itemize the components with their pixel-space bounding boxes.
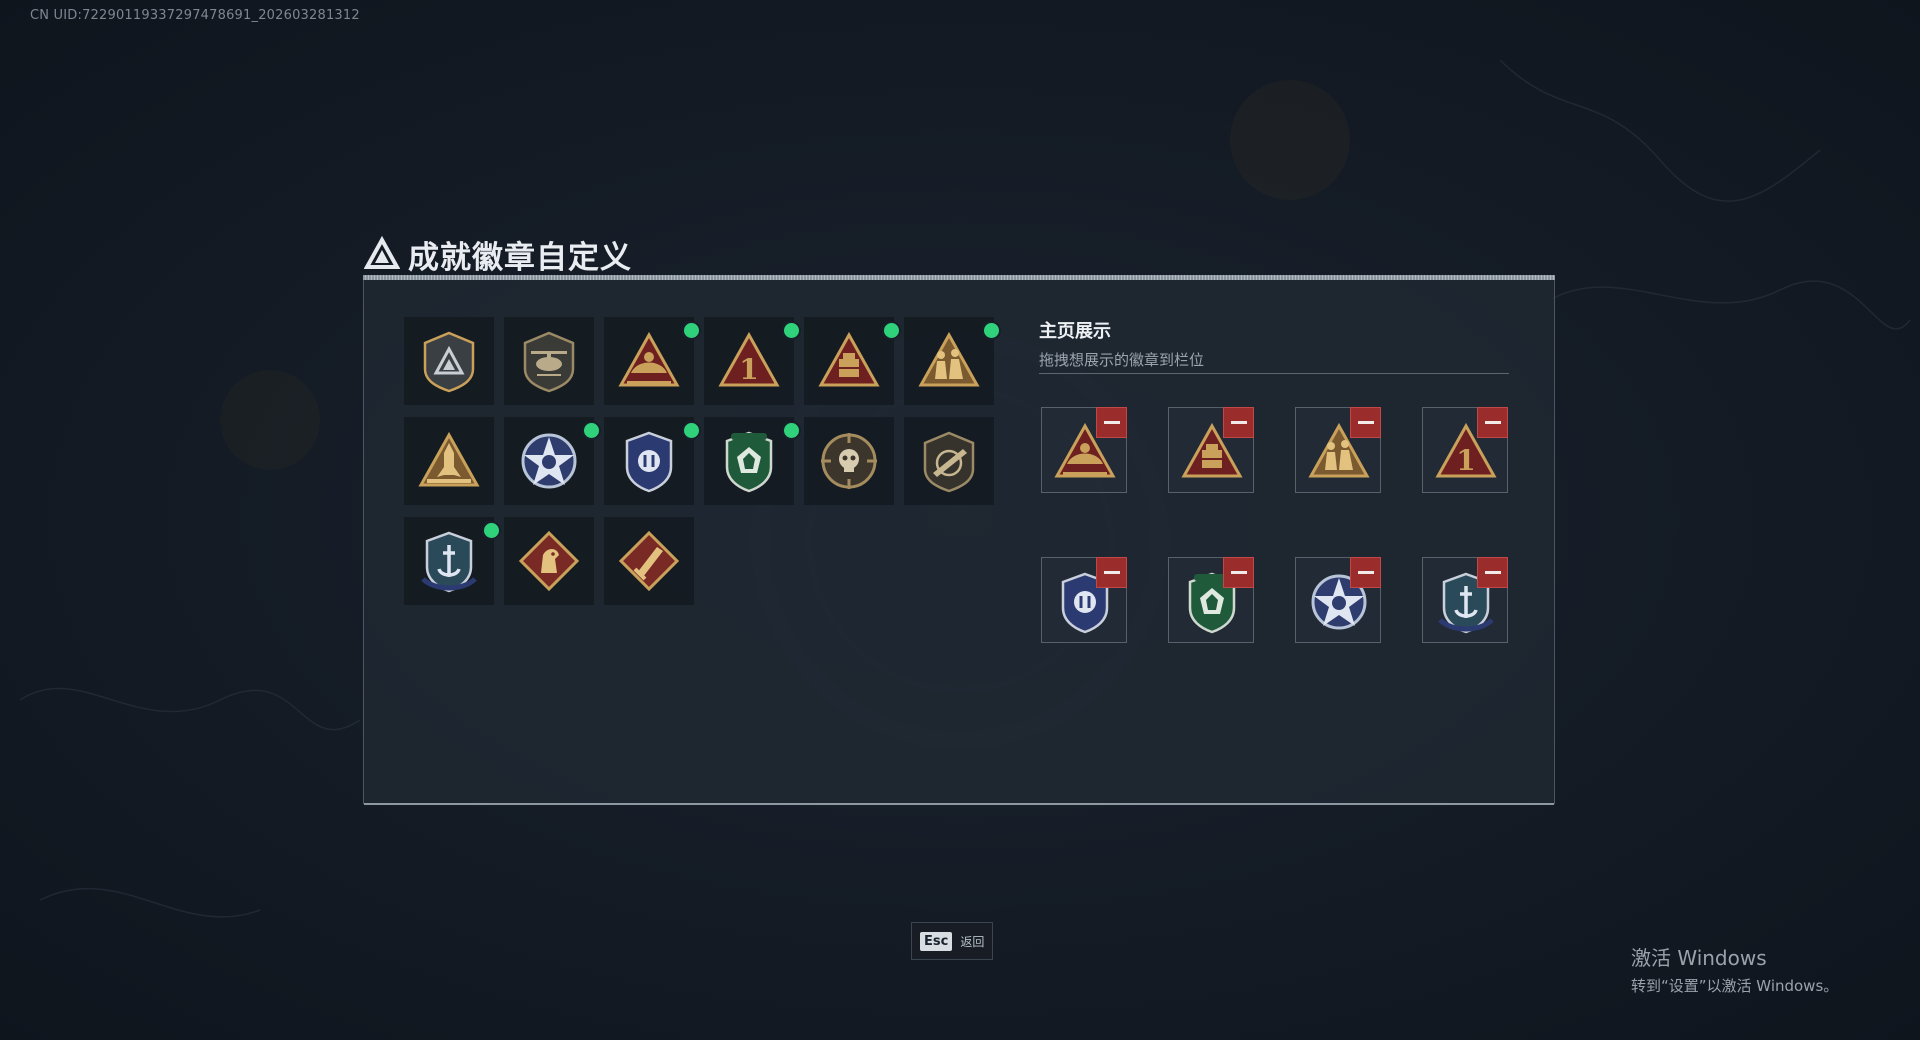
display-title: 主页展示	[1039, 321, 1111, 342]
badge-slot[interactable]	[504, 417, 601, 505]
minus-icon	[1104, 421, 1120, 424]
badge-slot[interactable]: 1	[704, 317, 801, 405]
remove-badge-button[interactable]	[1350, 557, 1381, 588]
back-label: 返回	[960, 934, 985, 949]
new-indicator-dot	[682, 321, 701, 340]
remove-badge-button[interactable]	[1477, 557, 1508, 588]
number-one-triangle-icon: 1	[718, 331, 780, 387]
badge-panel: 1 主页展示 拖拽想展示的徽章到栏位 1	[363, 275, 1555, 805]
badge-slot[interactable]	[804, 317, 901, 405]
badge-slot[interactable]	[604, 317, 701, 405]
new-indicator-dot	[782, 421, 801, 440]
windows-activation-watermark: 激活 Windows 转到“设置”以激活 Windows。	[1631, 942, 1838, 996]
badge-slot[interactable]	[904, 317, 1001, 405]
badge-slot[interactable]	[404, 317, 494, 405]
esc-key: Esc	[920, 931, 953, 951]
remove-badge-button[interactable]	[1096, 557, 1127, 588]
star-emblem-icon	[521, 433, 577, 489]
soldiers-triangle-icon	[918, 331, 980, 387]
skull-crosshair-icon	[821, 433, 877, 489]
display-slot[interactable]	[1041, 557, 1127, 643]
green-shield-emblem-icon	[725, 431, 773, 493]
remove-badge-button[interactable]	[1223, 557, 1254, 588]
badge-slot[interactable]	[504, 517, 594, 605]
page-header: 成就徽章自定义	[364, 232, 632, 276]
panel-bottom-line	[364, 803, 1554, 805]
horse-diamond-icon	[518, 530, 580, 592]
triangle-shield-icon	[423, 331, 475, 393]
back-button[interactable]: Esc 返回	[911, 922, 993, 960]
rocket-triangle-icon	[418, 431, 480, 487]
uid-label: CN UID:72290119337297478691_202603281312	[30, 8, 360, 23]
minus-icon	[1104, 571, 1120, 574]
watermark-line2: 转到“设置”以激活 Windows。	[1631, 977, 1839, 995]
helicopter-shield-icon	[523, 331, 575, 393]
minus-icon	[1231, 421, 1247, 424]
remove-badge-button[interactable]	[1223, 407, 1254, 438]
badge-slot[interactable]	[404, 517, 501, 605]
knife-diamond-icon	[618, 530, 680, 592]
new-indicator-dot	[782, 321, 801, 340]
svg-text:1: 1	[1456, 444, 1475, 477]
remove-badge-button[interactable]	[1096, 407, 1127, 438]
display-header: 主页展示 拖拽想展示的徽章到栏位	[1039, 317, 1509, 370]
minus-icon	[1485, 571, 1501, 574]
delta-logo-icon	[364, 236, 400, 269]
new-indicator-dot	[582, 421, 601, 440]
minus-icon	[1485, 421, 1501, 424]
badge-slot[interactable]	[704, 417, 801, 505]
badge-slot[interactable]	[804, 417, 894, 505]
blue-shield-emblem-icon	[625, 431, 673, 493]
badge-slot[interactable]	[604, 517, 694, 605]
minus-icon	[1358, 421, 1374, 424]
badge-slot[interactable]	[904, 417, 994, 505]
bag-triangle-icon	[618, 331, 680, 387]
display-slot[interactable]	[1168, 407, 1254, 493]
display-slot[interactable]	[1295, 407, 1381, 493]
minus-icon	[1358, 571, 1374, 574]
remove-badge-button[interactable]	[1477, 407, 1508, 438]
remove-badge-button[interactable]	[1350, 407, 1381, 438]
page-title: 成就徽章自定义	[408, 239, 632, 276]
panel-top-bar	[363, 275, 1555, 280]
watermark-line1: 激活 Windows	[1631, 946, 1767, 970]
new-indicator-dot	[982, 321, 1001, 340]
crate-triangle-icon	[818, 331, 880, 387]
new-indicator-dot	[882, 321, 901, 340]
rifle-shield-icon	[923, 431, 975, 493]
display-slot[interactable]	[1295, 557, 1381, 643]
display-slot[interactable]	[1168, 557, 1254, 643]
badge-slot[interactable]	[504, 317, 594, 405]
display-subtitle: 拖拽想展示的徽章到栏位	[1039, 351, 1205, 369]
display-slot[interactable]	[1422, 557, 1508, 643]
display-slot[interactable]	[1041, 407, 1127, 493]
anchor-shield-emblem-icon	[421, 531, 477, 593]
minus-icon	[1231, 571, 1247, 574]
new-indicator-dot	[682, 421, 701, 440]
badge-slot[interactable]	[404, 417, 494, 505]
new-indicator-dot	[482, 521, 501, 540]
badge-slot[interactable]	[604, 417, 701, 505]
display-slot[interactable]: 1	[1422, 407, 1508, 493]
svg-text:1: 1	[739, 353, 758, 386]
display-divider	[1039, 373, 1509, 374]
